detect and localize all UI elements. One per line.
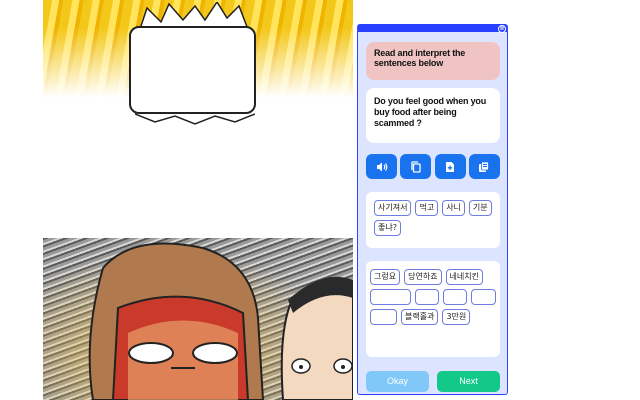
answer-chip[interactable]: 그렁요 — [370, 269, 401, 285]
add-file-icon — [446, 161, 455, 172]
word-chip[interactable]: 사기져서 — [374, 200, 412, 216]
quiz-popup: ⊗ Read and interpret the sentences below… — [357, 24, 508, 395]
sentence-card: Do you feel good when you buy food after… — [366, 88, 500, 143]
flashcards-button[interactable] — [468, 154, 500, 179]
answer-chip[interactable]: 당연하죠 — [404, 269, 442, 285]
answer-slot[interactable] — [443, 289, 467, 305]
word-bank: 사기져서 먹고 사니 기분 좋냐? — [366, 192, 500, 248]
answer-chip[interactable]: 3만원 — [442, 309, 471, 325]
cards-icon — [479, 161, 490, 172]
speech-bubble-tail — [135, 113, 255, 125]
copy-button[interactable] — [400, 154, 432, 179]
close-icon[interactable]: ⊗ — [498, 25, 506, 33]
answer-chip[interactable]: 네네치킨 — [445, 269, 483, 285]
okay-button[interactable]: Okay — [366, 371, 429, 392]
answer-slot[interactable] — [370, 289, 411, 305]
speaker-icon — [376, 162, 387, 171]
comic-characters — [88, 242, 353, 400]
answer-slot[interactable] — [370, 309, 397, 325]
word-chip[interactable]: 먹고 — [415, 200, 439, 216]
add-file-button[interactable] — [434, 154, 466, 179]
answer-area: 그렁요 당연하죠 네네치킨 블랙홀과 3만원 — [366, 261, 500, 357]
speak-button[interactable] — [366, 154, 397, 179]
action-bar: Okay Next — [366, 371, 500, 392]
word-chip[interactable]: 기분 — [468, 200, 492, 216]
word-chip[interactable]: 좋냐? — [374, 220, 401, 236]
next-button[interactable]: Next — [437, 371, 500, 392]
answer-chip[interactable]: 블랙홀과 — [401, 309, 439, 325]
speech-bubble — [129, 26, 256, 114]
answer-slot[interactable] — [471, 289, 496, 305]
word-chip[interactable]: 사니 — [442, 200, 465, 216]
webtoon-page — [43, 0, 353, 400]
instruction-card: Read and interpret the sentences below — [366, 42, 500, 80]
tool-bar — [366, 154, 500, 180]
copy-icon — [411, 160, 421, 173]
answer-slot[interactable] — [415, 289, 439, 305]
